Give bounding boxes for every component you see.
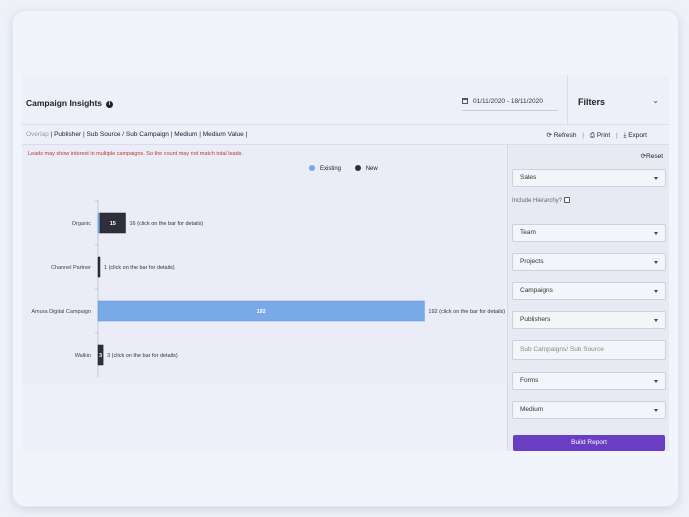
reset-button[interactable]: ⟳Reset xyxy=(641,152,663,160)
page-title-text: Campaign Insights xyxy=(26,98,103,108)
tab-publisher[interactable]: Publisher xyxy=(54,131,81,138)
caret-down-icon xyxy=(654,177,658,180)
window-frame: Campaign Insights i 01/11/2020 - 18/11/20… xyxy=(13,11,678,506)
separator: | xyxy=(616,132,618,139)
sales-select[interactable]: Sales xyxy=(512,169,666,187)
toolbar-actions: ⟳ Refresh | ⎙ Print | ⤓ Export xyxy=(546,131,647,140)
campaigns-select-label: Campaigns xyxy=(520,287,553,294)
header-bar: Campaign Insights i 01/11/2020 - 18/11/20… xyxy=(22,75,669,125)
sub-campaigns-placeholder: Sub Campaigns/ Sub Source xyxy=(520,346,604,353)
bar-new-1[interactable] xyxy=(97,256,101,278)
filters-header[interactable]: Filters ⌄ xyxy=(567,75,669,125)
print-button[interactable]: ⎙ Print xyxy=(590,132,610,139)
publishers-select[interactable]: Publishers xyxy=(512,311,666,329)
tab-medium-value[interactable]: Medium Value xyxy=(203,131,244,138)
report-toolbar: Overlap | Publisher | Sub Source / Sub C… xyxy=(22,125,669,145)
segment-label: 192 xyxy=(257,309,266,315)
include-hierarchy-checkbox[interactable] xyxy=(564,197,571,203)
data-label[interactable]: 1 (click on the bar for details) xyxy=(104,265,175,271)
data-label[interactable]: 192 (click on the bar for details) xyxy=(428,309,505,315)
include-hierarchy: Include Hierarchy? xyxy=(512,197,571,204)
print-label: Print xyxy=(596,132,611,139)
print-icon: ⎙ xyxy=(589,132,595,139)
tab-overlap[interactable]: Overlap xyxy=(26,131,49,138)
info-icon[interactable]: i xyxy=(106,101,114,108)
bar-chart: Organic 15 16 (click on the bar for detail… xyxy=(31,200,505,377)
category-label: Walkin xyxy=(75,353,91,359)
category-label: Channel Partner xyxy=(51,265,91,271)
page-title: Campaign Insights i xyxy=(26,98,114,108)
refresh-icon: ⟳ xyxy=(546,132,552,139)
team-select[interactable]: Team xyxy=(512,224,666,242)
caret-down-icon xyxy=(654,380,658,383)
refresh-button[interactable]: ⟳ Refresh xyxy=(546,132,576,139)
data-label[interactable]: 16 (click on the bar for details) xyxy=(130,221,204,227)
separator: | xyxy=(50,131,53,138)
caret-down-icon xyxy=(654,319,658,322)
data-label[interactable]: 3 (click on the bar for details) xyxy=(107,353,178,359)
include-hierarchy-label: Include Hierarchy? xyxy=(512,198,563,204)
reset-label: Reset xyxy=(646,153,663,160)
forms-select-label: Forms xyxy=(520,377,539,384)
date-range-value: 01/11/2020 - 18/11/2020 xyxy=(473,98,543,105)
separator: | xyxy=(83,131,85,138)
chart-panel: Leads may show interest in multiple camp… xyxy=(22,145,506,385)
forms-select[interactable]: Forms xyxy=(512,372,666,390)
refresh-label: Refresh xyxy=(553,132,577,139)
tab-sub-source[interactable]: Sub Source / Sub Campaign xyxy=(87,131,169,138)
separator: | xyxy=(582,132,584,139)
export-label: Export xyxy=(628,132,647,139)
campaigns-select[interactable]: Campaigns xyxy=(512,282,666,300)
category-label: Organic xyxy=(72,221,92,227)
segment-label: 15 xyxy=(110,221,116,227)
chevron-down-icon[interactable]: ⌄ xyxy=(652,96,659,105)
medium-select[interactable]: Medium xyxy=(512,401,666,419)
publishers-select-label: Publishers xyxy=(520,316,551,323)
sales-select-label: Sales xyxy=(520,174,537,181)
caret-down-icon xyxy=(654,409,658,412)
filters-title: Filters xyxy=(578,97,606,107)
export-button[interactable]: ⤓ Export xyxy=(624,132,647,139)
calendar-icon xyxy=(462,98,468,104)
category-label: Amura Digital Campaign xyxy=(31,309,91,315)
filters-sidebar: ⟳Reset Sales Include Hierarchy? Team Pro… xyxy=(507,145,669,451)
caret-down-icon xyxy=(654,290,658,293)
projects-select[interactable]: Projects xyxy=(512,253,666,271)
separator: | xyxy=(245,131,248,138)
download-icon: ⤓ xyxy=(623,132,627,139)
build-report-button[interactable]: Build Report xyxy=(513,435,665,451)
separator: | xyxy=(170,131,173,138)
tab-medium[interactable]: Medium xyxy=(174,131,197,138)
date-range-picker[interactable]: 01/11/2020 - 18/11/2020 xyxy=(462,92,558,111)
medium-select-label: Medium xyxy=(520,406,544,413)
projects-select-label: Projects xyxy=(520,258,544,265)
segment-label: 3 xyxy=(99,353,102,359)
sub-campaigns-input[interactable]: Sub Campaigns/ Sub Source xyxy=(512,340,666,360)
caret-down-icon xyxy=(654,261,658,264)
caret-down-icon xyxy=(654,232,658,235)
app-panel: Campaign Insights i 01/11/2020 - 18/11/20… xyxy=(22,75,669,451)
team-select-label: Team xyxy=(520,229,536,236)
separator: | xyxy=(199,131,201,138)
bar-existing-0[interactable] xyxy=(97,212,101,234)
breadcrumb: Overlap | Publisher | Sub Source / Sub C… xyxy=(26,131,247,138)
